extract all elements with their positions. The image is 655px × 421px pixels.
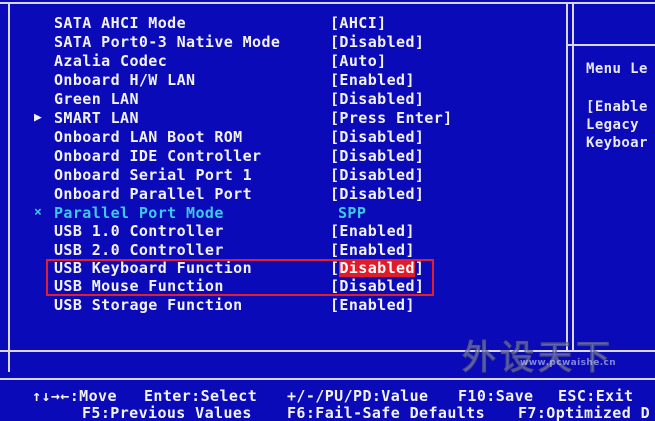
footer-failsafe-defaults-hint: F6:Fail-Safe Defaults [287, 404, 486, 421]
submenu-arrow-icon: ▶ [34, 110, 43, 125]
setting-smart-lan[interactable]: ▶ SMART LAN [Press Enter] [0, 109, 566, 127]
setting-label: SMART LAN [54, 109, 139, 127]
setting-azalia-codec[interactable]: Azalia Codec [Auto] [0, 52, 566, 70]
setting-green-lan[interactable]: Green LAN [Disabled] [0, 90, 566, 108]
setting-parallel-port-mode: × Parallel Port Mode SPP [0, 204, 566, 222]
setting-value[interactable]: [Disabled] [330, 128, 424, 146]
setting-label: Onboard Parallel Port [54, 185, 253, 203]
setting-onboard-ide[interactable]: Onboard IDE Controller [Disabled] [0, 147, 566, 165]
setting-value[interactable]: [Disabled] [330, 90, 424, 108]
setting-label: Onboard LAN Boot ROM [54, 128, 243, 146]
setting-label: Azalia Codec [54, 52, 168, 70]
watermark-logo-text: 外设天下 [462, 338, 614, 379]
bios-screen: SATA AHCI Mode [AHCI] SATA Port0-3 Nativ… [0, 0, 655, 421]
setting-value[interactable]: [Enabled] [330, 222, 415, 240]
footer-optimized-defaults-hint: F7:Optimized D [518, 404, 651, 421]
setting-onboard-hw-lan[interactable]: Onboard H/W LAN [Enabled] [0, 71, 566, 89]
setting-value[interactable]: [Enabled] [330, 71, 415, 89]
annotation-highlight-box [46, 259, 434, 296]
setting-label: USB Storage Function [54, 296, 243, 314]
help-line: [Enable [586, 99, 648, 115]
setting-value[interactable]: [Disabled] [330, 147, 424, 165]
setting-label: USB 2.0 Controller [54, 241, 224, 259]
setting-lan-boot-rom[interactable]: Onboard LAN Boot ROM [Disabled] [0, 128, 566, 146]
setting-value[interactable]: [Disabled] [330, 185, 424, 203]
setting-label: USB 1.0 Controller [54, 222, 224, 240]
setting-value: SPP [338, 204, 367, 222]
setting-value[interactable]: [Disabled] [330, 166, 424, 184]
footer-value-hint: +/-/PU/PD:Value [287, 387, 429, 405]
frame-divider [566, 2, 568, 350]
setting-value[interactable]: [AHCI] [330, 14, 387, 32]
setting-usb-storage-function[interactable]: USB Storage Function [Enabled] [0, 296, 566, 314]
setting-value[interactable]: [Enabled] [330, 296, 415, 314]
help-line: Legacy [586, 117, 639, 133]
setting-label: SATA Port0-3 Native Mode [54, 33, 281, 51]
setting-sata-ahci-mode[interactable]: SATA AHCI Mode [AHCI] [0, 14, 566, 32]
setting-label: Onboard IDE Controller [54, 147, 262, 165]
setting-value[interactable]: [Auto] [330, 52, 387, 70]
help-line: Keyboar [586, 135, 648, 151]
setting-label: Onboard H/W LAN [54, 71, 196, 89]
setting-label: SATA AHCI Mode [54, 14, 187, 32]
setting-label: Onboard Serial Port 1 [54, 166, 253, 184]
setting-usb-10-controller[interactable]: USB 1.0 Controller [Enabled] [0, 222, 566, 240]
setting-value[interactable]: [Disabled] [330, 33, 424, 51]
setting-value[interactable]: [Press Enter] [330, 109, 453, 127]
site-watermark: 外设天下 www.pcwaishe.cn [462, 330, 652, 379]
watermark-url: www.pcwaishe.cn [520, 358, 617, 368]
help-header-divider [568, 44, 655, 46]
frame-top-border [0, 2, 655, 4]
footer-move-hint: ↑↓→←:Move [32, 387, 117, 405]
item-help-pane: Menu Le [Enable Legacy Keyboar [586, 60, 648, 152]
setting-label: Parallel Port Mode [54, 204, 224, 222]
footer-exit-hint: ESC:Exit [558, 387, 634, 405]
footer-select-hint: Enter:Select [144, 387, 258, 405]
help-title: Menu Le [586, 61, 648, 77]
setting-parallel-port[interactable]: Onboard Parallel Port [Disabled] [0, 185, 566, 203]
setting-serial-port-1[interactable]: Onboard Serial Port 1 [Disabled] [0, 166, 566, 184]
setting-value[interactable]: [Enabled] [330, 241, 415, 259]
footer-previous-values-hint: F5:Previous Values [82, 404, 252, 421]
frame-divider-inner [572, 2, 574, 350]
setting-usb-20-controller[interactable]: USB 2.0 Controller [Enabled] [0, 241, 566, 259]
unavailable-x-icon: × [34, 205, 43, 220]
setting-sata-native-mode[interactable]: SATA Port0-3 Native Mode [Disabled] [0, 33, 566, 51]
footer-save-hint: F10:Save [458, 387, 534, 405]
setting-label: Green LAN [54, 90, 139, 108]
